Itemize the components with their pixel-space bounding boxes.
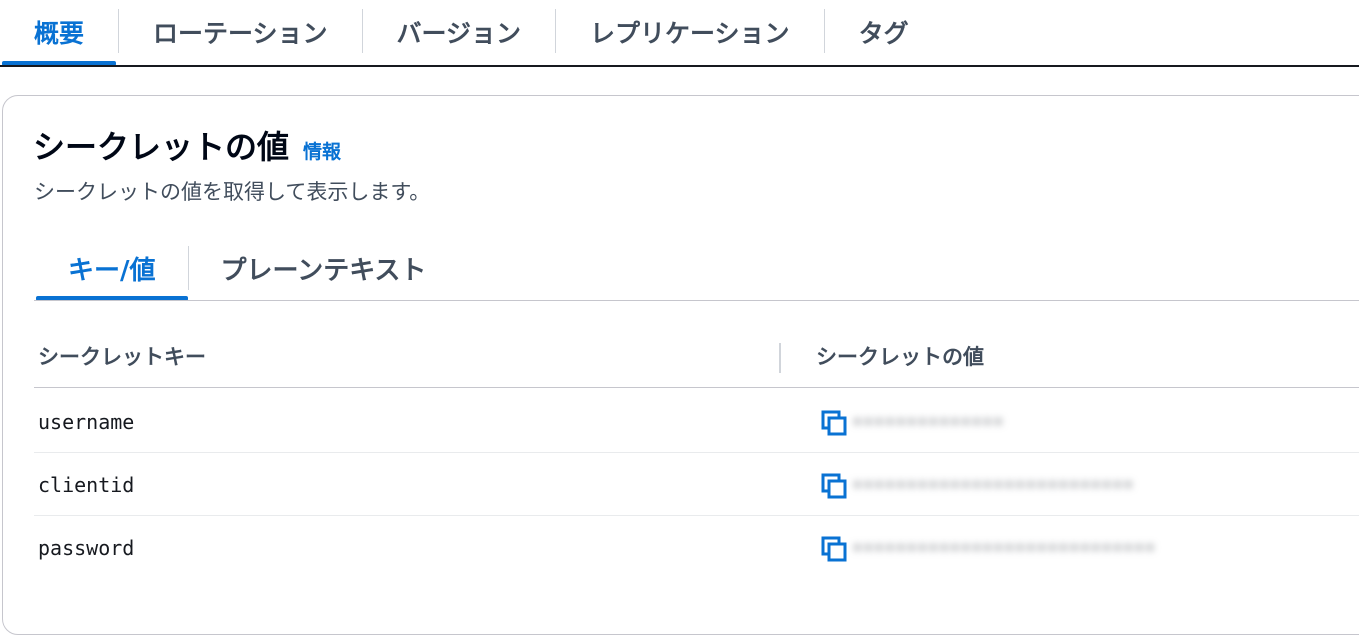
tab-replication[interactable]: レプリケーション: [556, 0, 824, 64]
secret-value-masked: ••••••••••••••••••••••••••: [852, 475, 1134, 496]
inner-tab-divider: [34, 300, 1359, 301]
copy-icon[interactable]: [819, 408, 849, 438]
tab-bar-divider: [0, 65, 1359, 67]
panel-title: シークレットの値: [33, 128, 290, 166]
secret-value-masked: ••••••••••••••: [852, 412, 1004, 433]
column-header-value: シークレットの値: [816, 345, 984, 369]
secret-key-cell: username: [38, 410, 135, 434]
copy-icon[interactable]: [819, 471, 849, 501]
tab-overview[interactable]: 概要: [0, 0, 118, 66]
secret-key-cell: password: [38, 536, 135, 560]
secret-key-cell: clientid: [38, 473, 135, 497]
table-header: シークレットキー シークレットの値: [34, 330, 1359, 388]
table-row: password ••••••••••••••••••••••••••••: [34, 516, 1359, 579]
tab-key-value[interactable]: キー/値: [36, 240, 188, 301]
tab-rotation[interactable]: ローテーション: [119, 0, 362, 64]
info-link[interactable]: 情報: [303, 137, 341, 164]
copy-icon[interactable]: [819, 534, 849, 564]
tab-versions[interactable]: バージョン: [363, 0, 556, 64]
column-header-key: シークレットキー: [38, 345, 206, 369]
top-tab-bar: 概要 ローテーション バージョン レプリケーション タグ: [0, 0, 1359, 66]
table-row: username ••••••••••••••: [34, 390, 1359, 453]
table-row: clientid ••••••••••••••••••••••••••: [34, 453, 1359, 516]
column-resize-handle[interactable]: [779, 343, 781, 373]
panel-header: シークレットの値 情報: [33, 122, 341, 168]
tab-plaintext[interactable]: プレーンテキスト: [189, 240, 459, 296]
value-view-tabs: キー/値 プレーンテキスト: [36, 240, 459, 301]
panel-description: シークレットの値を取得して表示します。: [34, 180, 431, 204]
secret-value-masked: ••••••••••••••••••••••••••••: [852, 538, 1156, 559]
tab-tags[interactable]: タグ: [825, 0, 943, 64]
